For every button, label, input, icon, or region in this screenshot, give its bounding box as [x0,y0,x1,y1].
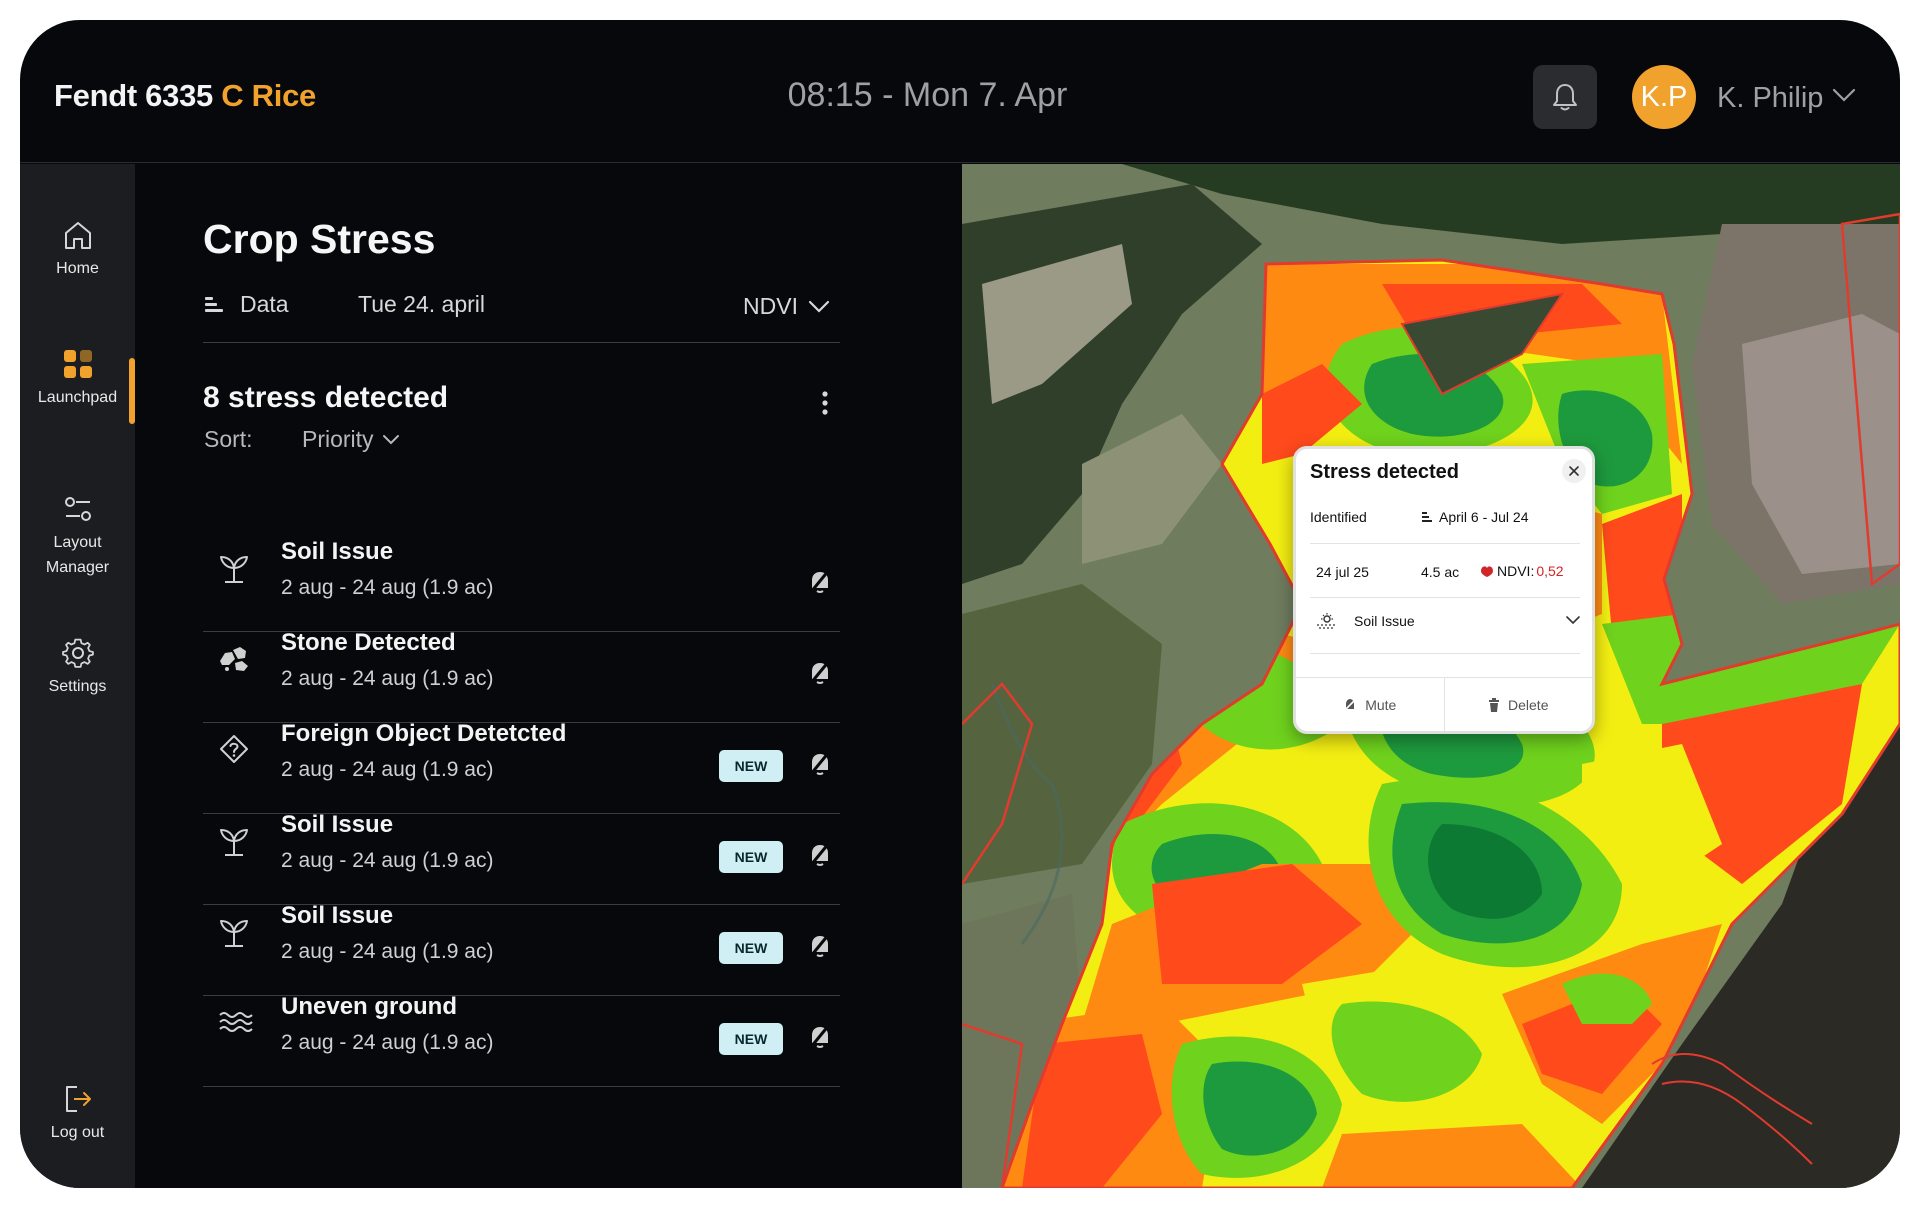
new-badge: NEW [719,932,783,964]
divider [1310,653,1580,654]
logout-button[interactable]: Log out [20,1082,135,1145]
sort-label: Sort: [204,426,253,452]
chevron-down-icon[interactable] [1832,87,1856,103]
sort-value: Priority [302,426,374,452]
user-name[interactable]: K. Philip [1717,82,1823,115]
sidebar-item-label: Home [56,260,99,277]
divider [203,342,840,343]
data-icon [205,297,223,312]
delete-button[interactable]: Delete [1443,678,1593,731]
mute-icon[interactable] [806,567,834,600]
ndvi-reading: NDVI: 0,52 [1479,563,1564,579]
tablet-frame: Fendt 6335 C Rice 08:15 - Mon 7. Apr K.P… [20,20,1900,1188]
sliders-icon [64,497,91,521]
home-icon [64,222,91,249]
sidebar-item-home[interactable]: Home [20,218,135,281]
stress-period: 2 aug - 24 aug (1.9 ac) [281,940,494,963]
stress-title: Uneven ground [281,993,458,1020]
sidebar: Home Launchpad Layout Manager Settings L… [20,164,135,1188]
ndvi-value: 0,52 [1536,563,1564,579]
mute-icon[interactable] [806,749,834,782]
new-badge: NEW [719,1023,783,1055]
avatar[interactable]: K.P [1632,65,1696,129]
more-options-icon[interactable] [821,390,829,416]
divider [1310,543,1580,544]
crop-stress-panel: Crop Stress Data Tue 24. april NDVI 8 st… [135,164,946,1188]
chevron-down-icon [1566,616,1580,625]
logout-icon [65,1086,91,1112]
stress-period: 2 aug - 24 aug (1.9 ac) [281,667,494,690]
chevron-down-icon [808,300,830,313]
mute-label: Mute [1365,696,1397,713]
mute-button[interactable]: Mute [1296,678,1444,731]
popup-actions: Mute Delete [1296,677,1592,731]
stress-period: 2 aug - 24 aug (1.9 ac) [281,849,494,872]
data-icon [1422,512,1432,522]
sidebar-item-label: Settings [48,678,107,695]
stress-title: Soil Issue [281,538,394,565]
sidebar-item-settings[interactable]: Settings [20,636,135,699]
stress-period: 2 aug - 24 aug (1.9 ac) [281,1031,494,1054]
grid-icon [63,350,92,378]
bell-icon [1553,84,1577,111]
stress-period: 2 aug - 24 aug (1.9 ac) [281,758,494,781]
chevron-down-icon [382,434,399,444]
stress-list-item[interactable]: Uneven ground 2 aug - 24 aug (1.9 ac) NEW [203,975,840,1087]
sort-dropdown[interactable]: Priority [302,426,400,453]
data-date[interactable]: Tue 24. april [358,291,485,318]
sidebar-item-layout-manager[interactable]: Layout Manager [20,492,135,580]
stones-icon [215,639,253,677]
stress-detail-popup: Stress detected Identified April 6 - Jul… [1293,446,1595,734]
page-title: Crop Stress [203,216,436,262]
stress-area: 4.5 ac [1421,564,1460,580]
sidebar-item-label: Layout Manager [45,534,110,576]
sidebar-item-launchpad[interactable]: Launchpad [20,347,135,410]
leaf-icon [1481,566,1493,577]
new-badge: NEW [719,841,783,873]
delete-label: Delete [1508,696,1549,713]
data-row: Data Tue 24. april NDVI [203,286,840,326]
date-time: 08:15 - Mon 7. Apr [787,76,1068,114]
mute-icon[interactable] [806,840,834,873]
mute-icon[interactable] [806,931,834,964]
sprout-icon [215,548,253,586]
stress-title: Soil Issue [281,811,394,838]
ndvi-label: NDVI: [1497,563,1535,579]
popup-title: Stress detected [1310,461,1459,483]
trash-icon [1489,697,1500,712]
top-bar: Fendt 6335 C Rice 08:15 - Mon 7. Apr K.P… [20,20,1900,163]
stress-period: 2 aug - 24 aug (1.9 ac) [281,576,494,599]
data-label: Data [240,291,289,317]
issue-dropdown[interactable]: Soil Issue [1316,613,1580,629]
divider [1310,597,1580,598]
identified-range: April 6 - Jul 24 [1421,509,1528,525]
stress-count: 8 stress detected [203,381,449,414]
close-button[interactable] [1562,459,1586,483]
mute-icon [1343,697,1357,712]
stress-date: 24 jul 25 [1316,564,1369,580]
mute-icon[interactable] [806,1022,834,1055]
new-badge: NEW [719,750,783,782]
diamond-question-icon [215,730,253,768]
range-value: April 6 - Jul 24 [1439,509,1529,525]
close-icon [1569,466,1579,476]
gear-icon [61,638,94,668]
mute-icon[interactable] [806,658,834,691]
stress-title: Soil Issue [281,902,394,929]
stress-title: Foreign Object Detetcted [281,720,567,747]
waves-icon [215,1003,253,1041]
layer-dropdown[interactable]: NDVI [743,293,830,320]
sidebar-item-label: Launchpad [37,389,118,406]
stress-title: Stone Detected [281,629,456,656]
issue-value: Soil Issue [1354,613,1415,629]
logout-label: Log out [50,1124,105,1141]
notifications-button[interactable] [1533,65,1597,129]
soil-issue-icon [1317,613,1337,629]
layer-value: NDVI [743,293,798,319]
sprout-icon [215,912,253,950]
sprout-icon [215,821,253,859]
identified-label: Identified [1310,509,1367,525]
